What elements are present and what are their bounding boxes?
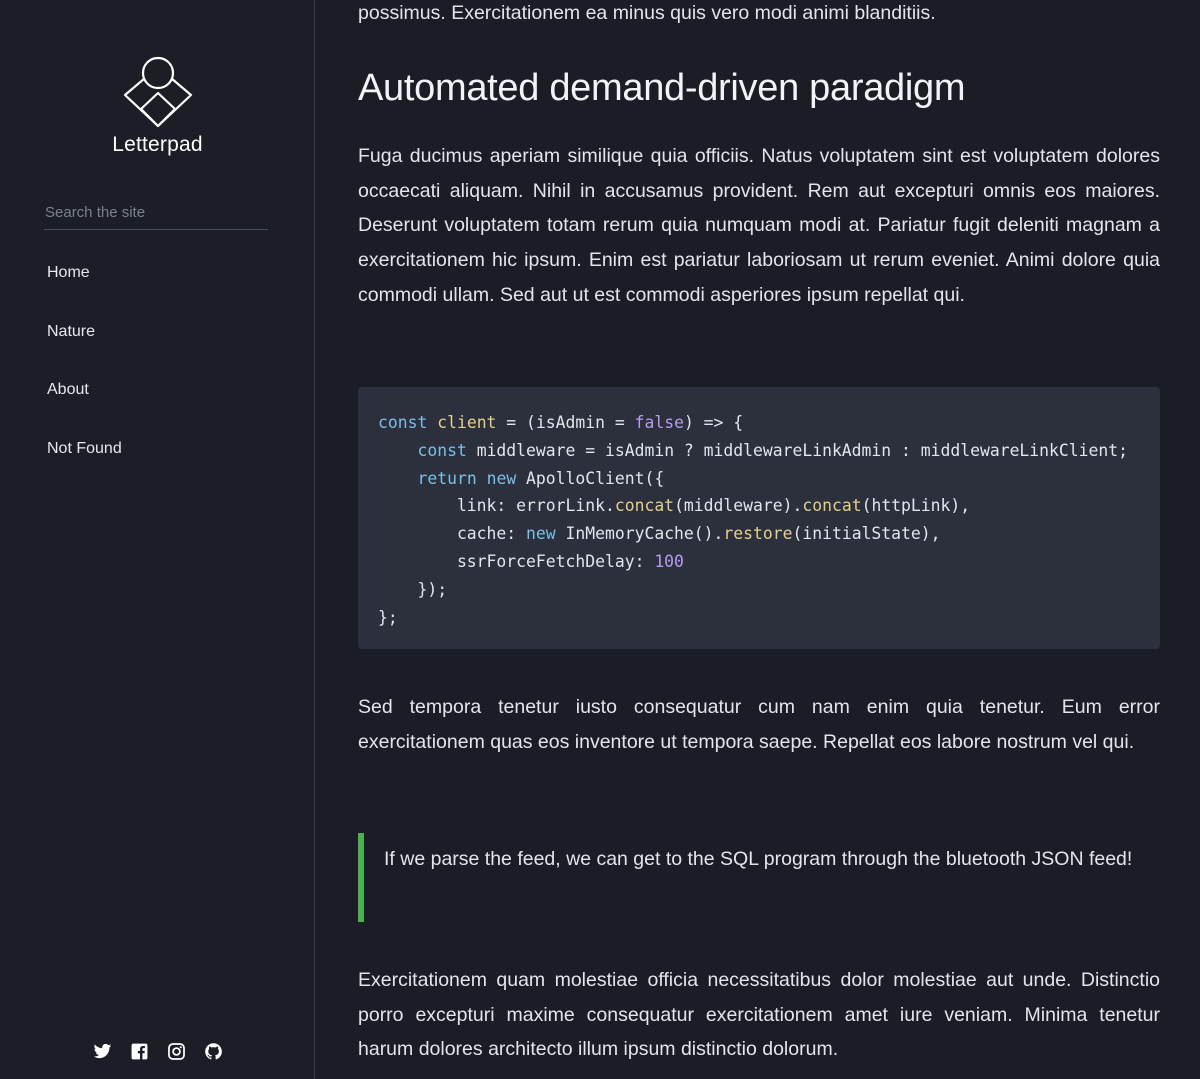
search-input[interactable] [44,196,270,228]
code-keyword: return [417,468,477,488]
nav-item-about[interactable]: About [47,375,122,434]
code-keyword: const [417,440,467,460]
paragraph-3: Exercitationem quam molestiae officia ne… [358,969,1160,1061]
blockquote-text: If we parse the feed, we can get to the … [384,848,1133,870]
facebook-icon [131,1043,147,1059]
code-method: concat [802,496,862,516]
code-identifier: client [437,413,497,432]
app-root: Letterpad Home Nature About Not Found [0,0,1200,1079]
code-keyword: new [486,468,517,488]
github-icon [204,1042,222,1059]
code-line: const middleware = isAdmin ? middlewareL… [417,440,1128,460]
site-logo[interactable]: Letterpad [0,55,315,157]
nav-item-home[interactable]: Home [47,258,122,317]
blockquote: If we parse the feed, we can get to the … [358,833,1160,922]
code-literal: 100 [654,551,684,571]
facebook-link[interactable] [129,1041,149,1061]
github-link[interactable] [203,1041,223,1061]
code-line: cache: new InMemoryCache().restore(initi… [378,524,941,544]
sidebar: Letterpad Home Nature About Not Found [0,0,315,1079]
code-line: return new ApolloClient({ [417,468,665,488]
code-literal: false [634,413,684,432]
section-heading: Automated demand-driven paradigm [358,67,966,109]
code-line: const client = (isAdmin = false) => { [378,413,744,432]
code-block: const client = (isAdmin = false) => { co… [358,387,1160,649]
code-keyword: const [378,413,428,432]
code-method: concat [614,496,675,516]
instagram-link[interactable] [166,1041,186,1061]
site-title: Letterpad [112,133,203,156]
paragraph-intro-tail: possimus. Exercitationem ea minus quis v… [358,2,936,24]
instagram-icon [167,1042,185,1060]
code-keyword: new [526,524,556,544]
code-method: restore [723,524,793,544]
nav-item-not-found[interactable]: Not Found [47,434,122,493]
code-line: ssrForceFetchDelay: 100 [378,551,684,571]
search-box [44,196,270,230]
twitter-link[interactable] [92,1041,112,1061]
code-line: }; [378,607,398,627]
letterpad-logo-icon [123,56,192,128]
paragraph-2: Sed tempora tenetur iusto consequatur cu… [358,696,1160,753]
sidebar-nav: Home Nature About Not Found [47,258,122,492]
code-line: }); [378,579,448,599]
twitter-icon [93,1043,111,1058]
paragraph-1: Fuga ducimus aperiam similique quia offi… [358,145,1160,306]
nav-item-nature[interactable]: Nature [47,317,122,376]
code-line: link: errorLink.concat(middleware).conca… [378,496,971,516]
social-links [0,1041,315,1061]
